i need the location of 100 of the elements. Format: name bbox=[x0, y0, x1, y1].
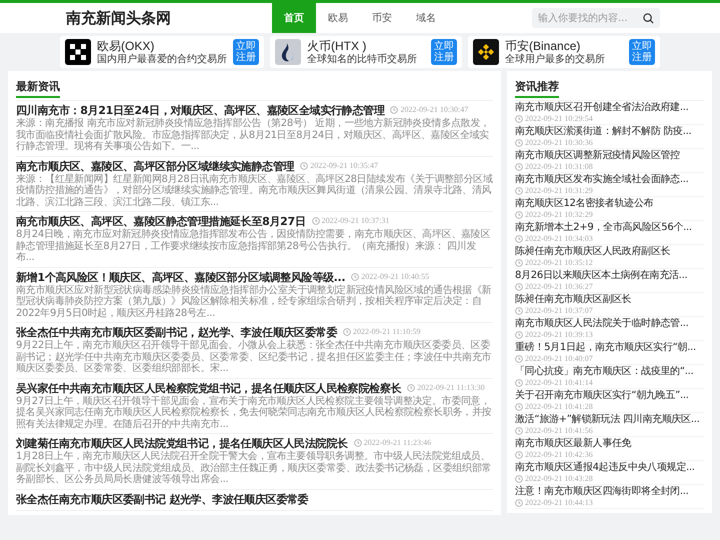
article-title[interactable]: 刘建菊任南充市顺庆区人民法院党组书记，提名任顺庆区人民法院院长 bbox=[16, 437, 348, 451]
recommended-title[interactable]: 南充市顺庆区调整新冠疫情风险区管控 bbox=[515, 150, 680, 162]
clock-icon bbox=[515, 450, 523, 458]
timestamp: 2022-09-21 10:41:14 bbox=[515, 378, 593, 388]
register-button[interactable]: 立即注册 bbox=[431, 39, 457, 65]
clock-icon bbox=[515, 234, 523, 242]
article-title[interactable]: 吴兴家任中共南充市顺庆区人民检察院党组书记，提名任顺庆区人民检察院检察长 bbox=[16, 382, 402, 396]
section-heading: 资讯推荐 bbox=[515, 79, 559, 98]
timestamp: 2022-09-21 11:23:46 bbox=[354, 438, 432, 448]
recommended-title[interactable]: 「同心抗疫」南充市顺庆区：战疫里的“... bbox=[515, 366, 694, 378]
timestamp: 2022-09-21 11:10:59 bbox=[343, 327, 420, 337]
recommended-title[interactable]: 关于召开南充市顺庆区实行“朝九晚五”... bbox=[515, 390, 689, 402]
article-title[interactable]: 南充市顺庆区、高坪区、嘉陵区静态管理措施延长至8月27日 bbox=[16, 215, 306, 229]
timestamp: 2022-09-21 10:44:13 bbox=[515, 498, 593, 508]
clock-icon bbox=[312, 217, 320, 225]
timestamp: 2022-09-21 10:35:47 bbox=[300, 160, 378, 170]
recommended-title[interactable]: 南充市顺庆区通报4起违反中央八项规定... bbox=[515, 462, 695, 474]
clock-icon bbox=[343, 328, 352, 336]
timestamp: 2022-09-21 10:34:03 bbox=[515, 234, 593, 244]
section-heading: 最新资讯 bbox=[16, 79, 60, 98]
clock-icon bbox=[407, 384, 416, 392]
timestamp: 2022-09-21 10:40:55 bbox=[351, 272, 430, 282]
timestamp: 2022-09-21 10:37:07 bbox=[515, 306, 593, 316]
recommended-title[interactable]: 南充市顺庆区召开创建全省法治政府建... bbox=[515, 102, 689, 114]
search-icon[interactable] bbox=[643, 12, 654, 24]
clock-icon bbox=[515, 258, 523, 266]
recommended-title[interactable]: 南充市顺庆区人民法院关于临时静态管... bbox=[515, 318, 689, 330]
article-summary: 来源：南充播报 南充市应对新冠肺炎疫情应急指挥部公告（第28号） 近期，一些地方新冠肺炎疫情多点散发，我市面临疫情社会面扩散风险。市应急指挥部决定，从8月21日至8月24日，对顺庆区、高坪区、嘉陵区全域实行静态管理。现将有关事项公告如下。一... bbox=[16, 118, 491, 152]
clock-icon bbox=[515, 186, 523, 194]
timestamp: 2022-09-21 10:35:12 bbox=[515, 258, 593, 268]
recommended-title[interactable]: 陈昶任南充市顺庆区人民政府副区长 bbox=[515, 246, 670, 258]
ad-subtitle: 全球知名的比特币交易所 bbox=[307, 54, 418, 64]
ad-title: 欧易(OKX) bbox=[97, 40, 156, 52]
nav-tab[interactable]: 币安 bbox=[360, 3, 404, 33]
timestamp: 2022-09-21 10:36:27 bbox=[515, 282, 593, 292]
checker-logo-icon bbox=[65, 39, 91, 65]
register-button[interactable]: 立即注册 bbox=[629, 39, 655, 65]
article-title[interactable]: 新增1个高风险区！顺庆区、高坪区、嘉陵区部分区域调整风险等级... bbox=[16, 270, 346, 284]
clock-icon bbox=[354, 439, 362, 447]
timestamp: 2022-09-21 10:30:47 bbox=[390, 105, 468, 115]
article-summary: 8月24日晚，南充市应对新冠肺炎疫情应急指挥部发布公告，因疫情防控需要，南充市顺庆区、高坪区、嘉陵区静态管理措施延长至8月27日，工作要求继续按市应急指挥部第28号公告执行。（南充播报）来源： 四川发布... bbox=[16, 229, 492, 264]
recommended-title[interactable]: 南充市顺庆区最新人事任免 bbox=[515, 438, 632, 450]
timestamp: 2022-09-21 11:13:30 bbox=[407, 382, 485, 392]
recommended-title[interactable]: 南充市顺庆区发布实施全域社会面静态... bbox=[515, 174, 689, 186]
article-title[interactable]: 四川南充市：8月21日至24日，对顺庆区、高坪区、嘉陵区全域实行静态管理 bbox=[16, 104, 384, 118]
timestamp: 2022-09-21 10:42:36 bbox=[515, 450, 593, 460]
recommended-title[interactable]: 重磅！5月1日起，南充市顺庆区实行“朝... bbox=[515, 342, 696, 354]
recommended-title[interactable]: 南充顺庆区12名密接者轨迹公布 bbox=[515, 198, 654, 210]
timestamp: 2022-09-21 10:43:28 bbox=[515, 474, 593, 484]
article-summary: 1月28日上午，南充市顺庆区人民法院召开全院干警大会，宣布主要领导职务调整。市中级人民法院党组成员、副院长刘鑫平，市中级人民法院党组成员、政治部主任魏正勇，顺庆区委常委、政法委书记杨磊，区委组织部常务副部长、区公务员局局长唐健波等领导出席会... bbox=[16, 451, 492, 486]
recommended-title[interactable]: 8月26日以来顺庆区本土病例在南充活... bbox=[515, 270, 688, 282]
clock-icon bbox=[515, 282, 523, 290]
clock-icon bbox=[351, 272, 360, 280]
site-logo[interactable]: 南充新闻头条网 bbox=[66, 8, 272, 28]
ad-subtitle: 国内用户最喜爱的合约交易所 bbox=[97, 54, 227, 64]
clock-icon bbox=[515, 498, 523, 506]
article-title[interactable]: 张全杰任中共南充市顺庆区委副书记，赵光学、李波任顺庆区委常委 bbox=[16, 326, 338, 340]
clock-icon bbox=[515, 354, 523, 362]
clock-icon bbox=[515, 210, 523, 218]
ad-card[interactable]: 火币(HTX ) 全球知名的比特币交易所 立即注册 bbox=[270, 36, 462, 68]
recommended-title[interactable]: 注意！南充市顺庆区四海街即将全封闭... bbox=[515, 486, 689, 498]
article-title[interactable]: 张全杰任南充市顺庆区委副书记 赵光学、李波任顺庆区委常委 bbox=[16, 492, 308, 506]
recommended-title[interactable]: 陈昶任南充市顺庆区副区长 bbox=[515, 294, 632, 306]
diamond-logo-icon bbox=[473, 39, 499, 65]
article-title[interactable]: 南充市顺庆区、嘉陵区、高坪区部分区域继续实施静态管理 bbox=[16, 160, 294, 174]
clock-icon bbox=[515, 138, 523, 146]
clock-icon bbox=[515, 330, 523, 338]
article-summary: 南充市顺庆区应对新型冠状病毒感染肺炎疫情应急指挥部办公室关于调整划定新冠疫情风险区域的通告根据《新型冠状病毒肺炎防控方案（第九版）》风险区解除相关标准，经专家组综合研判，按相关程序审定后决定：自2022年9月5日0时起，顺庆区丹桂路28号左... bbox=[16, 284, 492, 319]
nav-tab[interactable]: 欧易 bbox=[316, 3, 360, 33]
recommended-title[interactable]: 南充新增本土2+9，全市高风险区56个... bbox=[515, 222, 692, 234]
recommended-title[interactable]: 激活“旅游+”解锁新玩法 四川南充顺庆区... bbox=[515, 414, 700, 426]
timestamp: 2022-09-21 10:41:56 bbox=[515, 426, 593, 436]
timestamp: 2022-09-21 10:37:31 bbox=[312, 216, 390, 226]
ad-card[interactable]: 币安(Binance) 全球用户最多的交易所 立即注册 bbox=[468, 36, 660, 68]
clock-icon bbox=[515, 474, 523, 482]
timestamp: 2022-09-21 10:29:54 bbox=[515, 114, 593, 124]
clock-icon bbox=[515, 426, 523, 434]
ad-title: 币安(Binance) bbox=[505, 40, 582, 52]
ad-subtitle: 全球用户最多的交易所 bbox=[505, 54, 606, 64]
clock-icon bbox=[515, 114, 523, 122]
timestamp: 2022-09-21 10:32:29 bbox=[515, 210, 593, 220]
clock-icon bbox=[515, 402, 523, 410]
timestamp: 2022-09-21 10:31:08 bbox=[515, 162, 593, 172]
timestamp: 2022-09-21 10:30:36 bbox=[515, 138, 593, 148]
article-summary: 来源：【红星新闻网】红星新闻网8月28日讯南充市顺庆区、嘉陵区、高坪区28日陆续发布《关于调整部分区域疫情防控措施的通告》，对部分区域继续实施静态管理。南充市顺庆区舞凤街道（清泉公园、清泉寺北路、清风北路、滨江北路三段、滨江北路二段、镇江东... bbox=[16, 174, 493, 208]
recommended-title[interactable]: 南充顺庆区潆溪街道：解封不解防 防疫... bbox=[515, 126, 692, 138]
clock-icon bbox=[300, 162, 308, 170]
timestamp: 2022-09-21 10:39:13 bbox=[515, 330, 593, 340]
register-button[interactable]: 立即注册 bbox=[233, 39, 259, 65]
article-summary: 9月27日上午，顺庆区召开领导干部见面会，宣布关于南充市顺庆区人民检察院主要领导调整决定。市委同意，提名吴兴家同志任南充市顺庆区人民检察院检察长，免去何晓荣同志南充市顺庆区人民检察院检察长职务，并按照有关法律规定办理。在随后召开的中共南充市... bbox=[16, 396, 492, 430]
flame-logo-icon bbox=[275, 39, 301, 65]
clock-icon bbox=[515, 162, 523, 170]
nav-tab[interactable]: 域名 bbox=[404, 3, 448, 33]
clock-icon bbox=[515, 306, 523, 314]
timestamp: 2022-09-21 10:41:28 bbox=[515, 402, 593, 412]
ad-card[interactable]: 欧易(OKX) 国内用户最喜爱的合约交易所 立即注册 bbox=[60, 36, 264, 68]
clock-icon bbox=[515, 378, 523, 386]
ad-title: 火币(HTX ) bbox=[307, 40, 366, 52]
clock-icon bbox=[390, 106, 398, 114]
timestamp: 2022-09-21 10:40:07 bbox=[515, 354, 593, 364]
